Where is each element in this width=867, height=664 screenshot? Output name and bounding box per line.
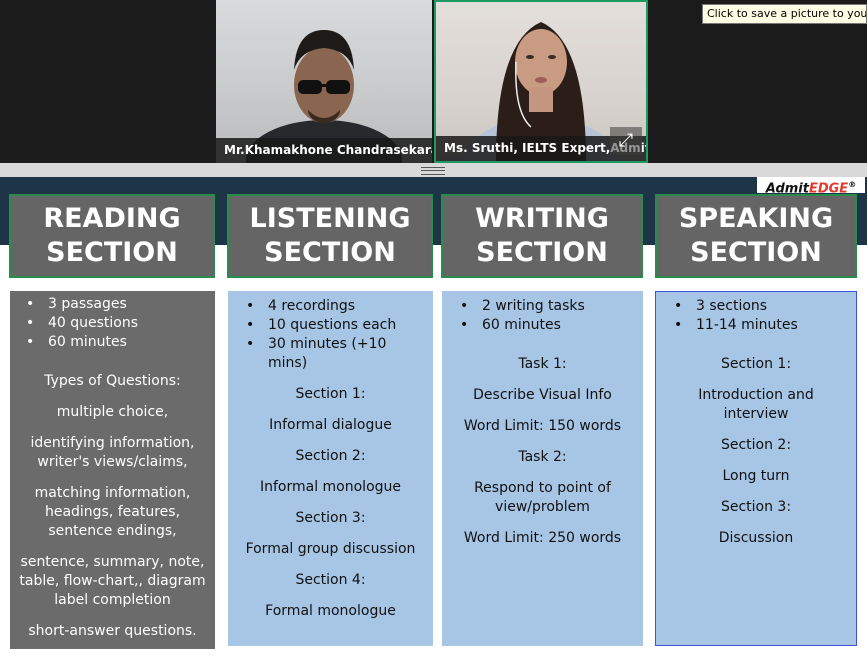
speaking-bullets: 3 sections 11-14 minutes bbox=[664, 297, 848, 335]
list-item: 60 minutes bbox=[460, 316, 635, 335]
section-desc: Informal dialogue bbox=[269, 417, 392, 433]
drag-handle-icon[interactable] bbox=[421, 167, 445, 175]
word-limit: Word Limit: 250 words bbox=[463, 530, 622, 546]
admitedge-logo: AdmitEDGE® bbox=[757, 177, 865, 196]
shared-slide: AdmitEDGE® READING SECTION LISTENING SECTI… bbox=[0, 177, 867, 664]
section-label: Section 3: bbox=[295, 510, 366, 526]
section-desc: Formal monologue bbox=[265, 603, 396, 619]
question-type: short-answer questions. bbox=[28, 623, 197, 639]
list-item: 30 minutes (+10 mins) bbox=[246, 335, 425, 373]
participant-tile-2[interactable]: Ms. Sruthi, IELTS Expert,AdmitEDG... ⤢ bbox=[434, 0, 648, 163]
reading-bullets: 3 passages 40 questions 60 minutes bbox=[16, 295, 209, 352]
list-item: 60 minutes bbox=[26, 333, 209, 352]
task-desc: Respond to point of view/problem bbox=[474, 480, 611, 515]
list-item: 40 questions bbox=[26, 314, 209, 333]
word-limit: Word Limit: 150 words bbox=[463, 418, 622, 434]
section-label: Section 3: bbox=[720, 499, 792, 515]
task-label: Task 1: bbox=[518, 356, 567, 372]
section-label: Section 2: bbox=[720, 437, 792, 453]
writing-bullets: 2 writing tasks 60 minutes bbox=[450, 297, 635, 335]
section-label: Section 4: bbox=[295, 572, 366, 588]
tooltip: Click to save a picture to your d bbox=[702, 4, 867, 24]
writing-details: 2 writing tasks 60 minutes Task 1: Descr… bbox=[442, 291, 643, 646]
speaking-details: 3 sections 11-14 minutes Section 1: Intr… bbox=[655, 291, 857, 646]
section-label: Section 2: bbox=[295, 448, 366, 464]
task-desc: Describe Visual Info bbox=[473, 387, 612, 403]
participant-tile-1[interactable]: Mr.Khamakhone Chandrasekaran bbox=[216, 0, 432, 163]
list-item: 10 questions each bbox=[246, 316, 425, 335]
question-type: multiple choice, bbox=[56, 404, 169, 420]
section-desc: Discussion bbox=[718, 530, 794, 546]
list-item: 11-14 minutes bbox=[674, 316, 848, 335]
section-label: Section 1: bbox=[295, 386, 366, 402]
writing-section-header: WRITING SECTION bbox=[441, 194, 643, 278]
speaking-section-header: SPEAKING SECTION bbox=[655, 194, 857, 278]
question-type: matching information, headings, features… bbox=[34, 485, 191, 539]
question-type: sentence, summary, note, table, flow-cha… bbox=[19, 554, 206, 608]
listening-section-header: LISTENING SECTION bbox=[227, 194, 433, 278]
section-desc: Long turn bbox=[722, 468, 790, 484]
participant-name-1: Mr.Khamakhone Chandrasekaran bbox=[216, 138, 432, 163]
reading-details: 3 passages 40 questions 60 minutes Types… bbox=[10, 291, 215, 649]
section-desc: Formal group discussion bbox=[245, 541, 416, 557]
task-label: Task 2: bbox=[518, 449, 567, 465]
section-desc: Informal monologue bbox=[259, 479, 402, 495]
question-type: identifying information, writer's views/… bbox=[30, 435, 195, 470]
section-desc: Introduction and interview bbox=[698, 387, 814, 422]
list-item: 2 writing tasks bbox=[460, 297, 635, 316]
reading-section-header: READING SECTION bbox=[9, 194, 215, 278]
video-strip: Mr.Khamakhone Chandrasekaran Ms. Sruthi,… bbox=[0, 0, 867, 165]
expand-arrows-icon[interactable]: ⤢ bbox=[610, 127, 642, 155]
list-item: 4 recordings bbox=[246, 297, 425, 316]
listening-bullets: 4 recordings 10 questions each 30 minute… bbox=[236, 297, 425, 373]
types-title: Types of Questions: bbox=[44, 373, 181, 389]
list-item: 3 sections bbox=[674, 297, 848, 316]
list-item: 3 passages bbox=[26, 295, 209, 314]
section-label: Section 1: bbox=[720, 356, 792, 372]
listening-details: 4 recordings 10 questions each 30 minute… bbox=[228, 291, 433, 646]
